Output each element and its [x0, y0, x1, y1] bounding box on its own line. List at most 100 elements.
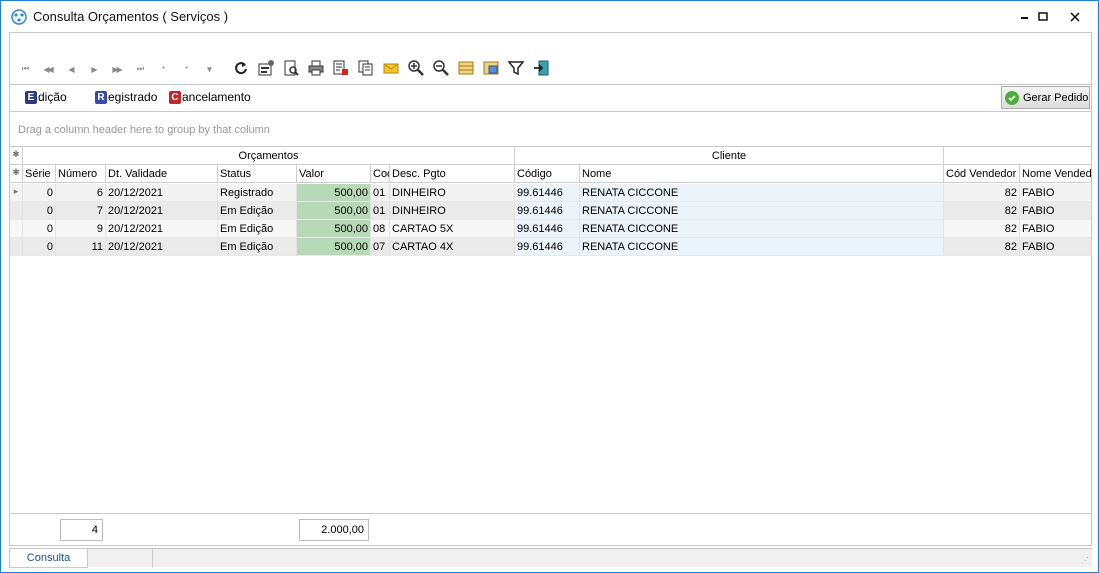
- col-status[interactable]: Status: [218, 165, 297, 183]
- exit-icon[interactable]: [528, 57, 553, 79]
- properties-icon[interactable]: [253, 57, 278, 79]
- col-codigo[interactable]: Código: [515, 165, 580, 183]
- cell-nome-vendedor[interactable]: FABIO: [1020, 184, 1091, 202]
- col-validade[interactable]: Dt. Validade: [106, 165, 218, 183]
- tab-consulta[interactable]: Consulta: [9, 549, 88, 568]
- zoom-out-icon[interactable]: [428, 57, 453, 79]
- email-icon[interactable]: [378, 57, 403, 79]
- cell-serie[interactable]: 0: [23, 220, 56, 238]
- cell-valor[interactable]: 500,00: [297, 184, 371, 202]
- insert-record-icon[interactable]: *: [151, 60, 174, 78]
- cell-nome[interactable]: RENATA CICCONE: [580, 202, 944, 220]
- col-serie[interactable]: Série: [23, 165, 56, 183]
- col-cod[interactable]: Cod: [371, 165, 390, 183]
- cell-validade[interactable]: 20/12/2021: [106, 220, 218, 238]
- cell-status[interactable]: Registrado: [218, 184, 297, 202]
- cell-status[interactable]: Em Edição: [218, 238, 297, 256]
- zoom-in-icon[interactable]: [403, 57, 428, 79]
- cell-codigo[interactable]: 99.61446: [515, 238, 580, 256]
- layout-icon[interactable]: [478, 57, 503, 79]
- copy-icon[interactable]: [353, 57, 378, 79]
- cell-status[interactable]: Em Edição: [218, 202, 297, 220]
- cell-codigo[interactable]: 99.61446: [515, 202, 580, 220]
- cell-cod[interactable]: 01: [371, 202, 390, 220]
- cell-desc-pgto[interactable]: DINHEIRO: [390, 202, 515, 220]
- header-indicator-icon[interactable]: ✱: [10, 165, 23, 183]
- cell-cod-vendedor[interactable]: 82: [944, 238, 1020, 256]
- cell-validade[interactable]: 20/12/2021: [106, 184, 218, 202]
- cell-status[interactable]: Em Edição: [218, 220, 297, 238]
- cell-cod[interactable]: 01: [371, 184, 390, 202]
- append-record-icon[interactable]: *: [174, 60, 197, 78]
- cell-numero[interactable]: 6: [56, 184, 106, 202]
- first-record-icon[interactable]: ⏮: [13, 60, 36, 78]
- cell-nome[interactable]: RENATA CICCONE: [580, 184, 944, 202]
- refresh-icon[interactable]: [228, 57, 253, 79]
- next-record-icon[interactable]: ▶: [82, 60, 105, 78]
- cell-nome-vendedor[interactable]: FABIO: [1020, 202, 1091, 220]
- app-icon: [11, 9, 27, 25]
- cell-nome-vendedor[interactable]: FABIO: [1020, 220, 1091, 238]
- cell-validade[interactable]: 20/12/2021: [106, 238, 218, 256]
- table-row[interactable]: 0 11 20/12/2021 Em Edição 500,00 07 CARTAO 4X 9…: [10, 238, 1091, 256]
- band-orcamentos[interactable]: Orçamentos: [23, 147, 515, 165]
- band-header-row: ✱ Orçamentos Cliente: [10, 147, 1091, 165]
- next-page-icon[interactable]: ▶▶: [105, 60, 128, 78]
- cell-serie[interactable]: 0: [23, 184, 56, 202]
- cell-serie[interactable]: 0: [23, 202, 56, 220]
- cell-cod[interactable]: 08: [371, 220, 390, 238]
- table-row[interactable]: 0 7 20/12/2021 Em Edição 500,00 01 DINHEIRO 99.…: [10, 202, 1091, 220]
- cell-cod[interactable]: 07: [371, 238, 390, 256]
- cell-cod-vendedor[interactable]: 82: [944, 220, 1020, 238]
- prev-page-icon[interactable]: ◀◀: [36, 60, 59, 78]
- cell-numero[interactable]: 9: [56, 220, 106, 238]
- row-indicator[interactable]: [10, 238, 23, 256]
- cell-cod-vendedor[interactable]: 82: [944, 202, 1020, 220]
- band-indicator-icon[interactable]: ✱: [10, 147, 23, 165]
- row-indicator-icon[interactable]: ▸: [10, 184, 23, 202]
- band-vendedor[interactable]: [944, 147, 1091, 165]
- preview-icon[interactable]: [278, 57, 303, 79]
- row-indicator[interactable]: [10, 220, 23, 238]
- cell-codigo[interactable]: 99.61446: [515, 220, 580, 238]
- filter-nav-icon[interactable]: ▼: [197, 60, 220, 78]
- cell-numero[interactable]: 7: [56, 202, 106, 220]
- columns-icon[interactable]: [453, 57, 478, 79]
- col-nome-vendedor[interactable]: Nome Vendedor: [1020, 165, 1091, 183]
- table-row[interactable]: 0 9 20/12/2021 Em Edição 500,00 08 CARTAO 5X 99…: [10, 220, 1091, 238]
- cell-desc-pgto[interactable]: CARTAO 4X: [390, 238, 515, 256]
- group-by-panel[interactable]: Drag a column header here to group by th…: [9, 111, 1092, 146]
- col-numero[interactable]: Número: [56, 165, 106, 183]
- maximize-icon[interactable]: [1029, 1, 1057, 32]
- cell-valor[interactable]: 500,00: [297, 238, 371, 256]
- total-summary: 2.000,00: [299, 519, 369, 541]
- col-cod-vendedor[interactable]: Cód Vendedor: [944, 165, 1020, 183]
- filter-icon[interactable]: [503, 57, 528, 79]
- orcamentos-grid: ✱ Orçamentos Cliente ✱ Série Número Dt. …: [9, 146, 1092, 514]
- resize-grip-icon[interactable]: ⋰: [1081, 556, 1089, 565]
- prev-record-icon[interactable]: ◀: [59, 60, 82, 78]
- cell-valor[interactable]: 500,00: [297, 220, 371, 238]
- table-row[interactable]: ▸ 0 6 20/12/2021 Registrado 500,00 01 DINHEIRO 9…: [10, 184, 1091, 202]
- cell-desc-pgto[interactable]: CARTAO 5X: [390, 220, 515, 238]
- gerar-pedido-button[interactable]: Gerar Pedido: [1001, 86, 1090, 109]
- cell-serie[interactable]: 0: [23, 238, 56, 256]
- cell-numero[interactable]: 11: [56, 238, 106, 256]
- print-icon[interactable]: [303, 57, 328, 79]
- col-valor[interactable]: Valor: [297, 165, 371, 183]
- col-nome[interactable]: Nome: [580, 165, 944, 183]
- cell-nome-vendedor[interactable]: FABIO: [1020, 238, 1091, 256]
- last-record-icon[interactable]: ⏭: [128, 60, 151, 78]
- cell-nome[interactable]: RENATA CICCONE: [580, 220, 944, 238]
- col-desc-pgto[interactable]: Desc. Pgto: [390, 165, 515, 183]
- cell-validade[interactable]: 20/12/2021: [106, 202, 218, 220]
- export-pdf-icon[interactable]: [328, 57, 353, 79]
- row-indicator[interactable]: [10, 202, 23, 220]
- cell-nome[interactable]: RENATA CICCONE: [580, 238, 944, 256]
- cell-valor[interactable]: 500,00: [297, 202, 371, 220]
- close-icon[interactable]: [1061, 1, 1089, 32]
- cell-codigo[interactable]: 99.61446: [515, 184, 580, 202]
- band-cliente[interactable]: Cliente: [515, 147, 944, 165]
- cell-desc-pgto[interactable]: DINHEIRO: [390, 184, 515, 202]
- cell-cod-vendedor[interactable]: 82: [944, 184, 1020, 202]
